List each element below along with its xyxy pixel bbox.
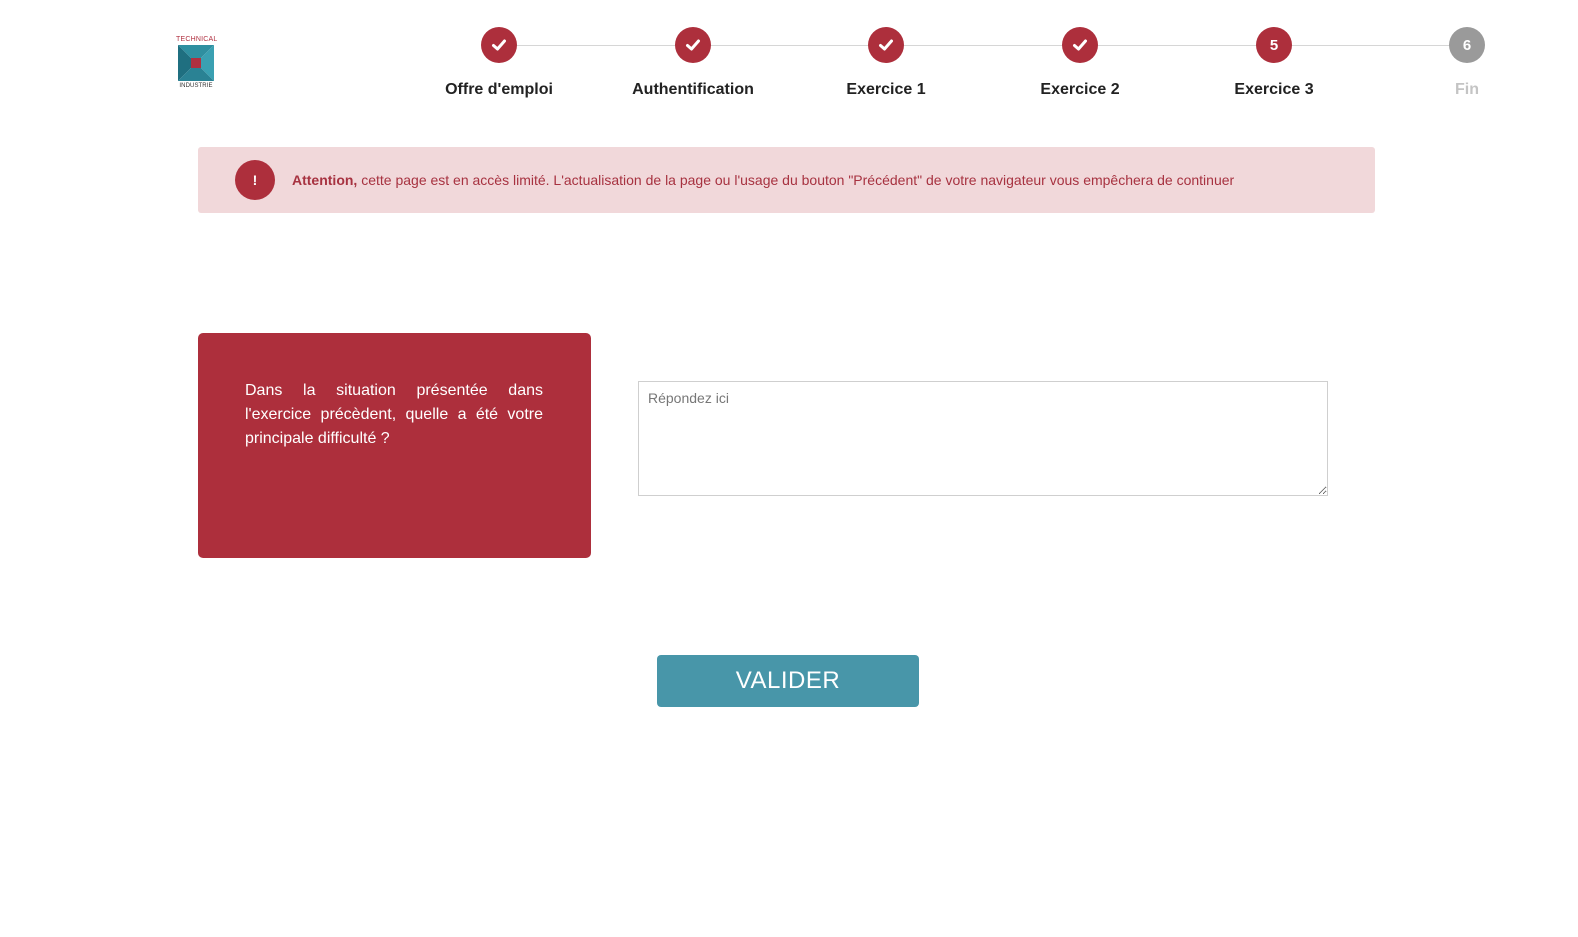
step-exercice-2: Exercice 2 [980, 27, 1180, 99]
step-exercice-1: Exercice 1 [786, 27, 986, 99]
step-2-label: Authentification [632, 81, 754, 98]
check-icon [492, 39, 506, 51]
step-4-label: Exercice 2 [1040, 81, 1120, 98]
step-3-circle [868, 27, 904, 63]
warning-text: Attention, cette page est en accès limit… [292, 172, 1234, 188]
warning-message: cette page est en accès limité. L'actual… [357, 172, 1235, 188]
step-fin: 6 Fin [1367, 27, 1567, 99]
step-2-circle [675, 27, 711, 63]
step-authentification: Authentification [593, 27, 793, 99]
step-4-circle [1062, 27, 1098, 63]
question-text: Dans la situation présentée dans l'exerc… [245, 382, 543, 447]
page: TECHNICAL INDUSTRIE Offre d'emploi Authe… [0, 0, 1578, 937]
warning-banner: ! Attention, cette page est en accès lim… [198, 147, 1375, 213]
step-3-label: Exercice 1 [846, 81, 926, 98]
step-5-circle: 5 [1256, 27, 1292, 63]
progress-stepper: Offre d'emploi Authentification Exercice… [0, 0, 1578, 110]
step-exercice-3: 5 Exercice 3 [1174, 27, 1374, 99]
step-1-circle [481, 27, 517, 63]
step-offre-emploi: Offre d'emploi [399, 27, 599, 99]
answer-textarea[interactable] [638, 381, 1328, 496]
question-card: Dans la situation présentée dans l'exerc… [198, 333, 591, 558]
warning-strong: Attention, [292, 172, 358, 188]
step-6-label: Fin [1455, 81, 1479, 98]
step-1-label: Offre d'emploi [445, 81, 553, 98]
exclamation-icon: ! [235, 160, 275, 200]
check-icon [879, 39, 893, 51]
step-5-label: Exercice 3 [1234, 81, 1314, 98]
valider-button[interactable]: VALIDER [657, 655, 919, 707]
check-icon [1073, 39, 1087, 51]
check-icon [686, 39, 700, 51]
step-6-circle: 6 [1449, 27, 1485, 63]
